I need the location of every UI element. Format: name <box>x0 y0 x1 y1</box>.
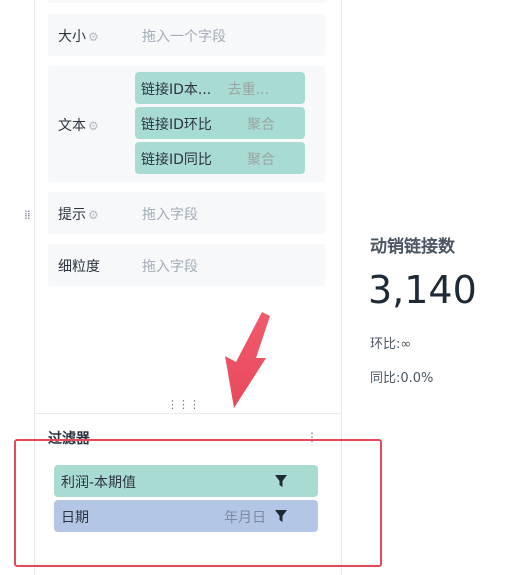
kpi-mom: 环比:∞ <box>370 337 412 352</box>
text-field-pill[interactable]: 链接ID本... 去重... <box>135 72 305 104</box>
field-row-granularity[interactable]: 细粒度 拖入字段 <box>48 244 325 286</box>
tooltip-label: 提示 ⚙ <box>58 207 99 223</box>
granularity-drop-placeholder[interactable]: 拖入字段 <box>142 256 198 276</box>
gear-icon[interactable]: ⚙ <box>88 208 99 222</box>
field-row-top-edge <box>48 0 325 3</box>
gear-icon[interactable]: ⚙ <box>88 30 99 44</box>
size-drop-placeholder[interactable]: 拖入一个字段 <box>142 26 226 46</box>
gear-icon[interactable]: ⚙ <box>88 119 99 133</box>
size-label: 大小 ⚙ <box>58 29 99 45</box>
filters-divider <box>34 413 340 414</box>
drag-handle-icon[interactable]: ⁞⁞ <box>24 208 31 222</box>
annotation-arrow-icon <box>225 312 270 408</box>
granularity-label: 细粒度 <box>58 259 100 275</box>
kpi-yoy: 同比:0.0% <box>370 371 434 386</box>
text-field-pill[interactable]: 链接ID同比 聚合 <box>135 142 305 174</box>
field-row-tooltip[interactable]: 提示 ⚙ 拖入字段 <box>48 192 325 234</box>
field-row-text: 文本 ⚙ 链接ID本... 去重... 链接ID环比 聚合 链接ID同比 聚合 <box>48 66 325 182</box>
text-field-pill[interactable]: 链接ID环比 聚合 <box>135 107 305 139</box>
field-row-size[interactable]: 大小 ⚙ 拖入一个字段 <box>48 14 325 56</box>
tooltip-drop-placeholder[interactable]: 拖入字段 <box>142 204 198 224</box>
text-label: 文本 ⚙ <box>58 118 99 134</box>
kpi-title: 动销链接数 <box>370 237 455 257</box>
resize-handle-icon[interactable]: ⋮⋮⋮ <box>167 399 200 410</box>
highlight-annotation-box <box>14 439 382 567</box>
kpi-value: 3,140 <box>368 268 477 312</box>
